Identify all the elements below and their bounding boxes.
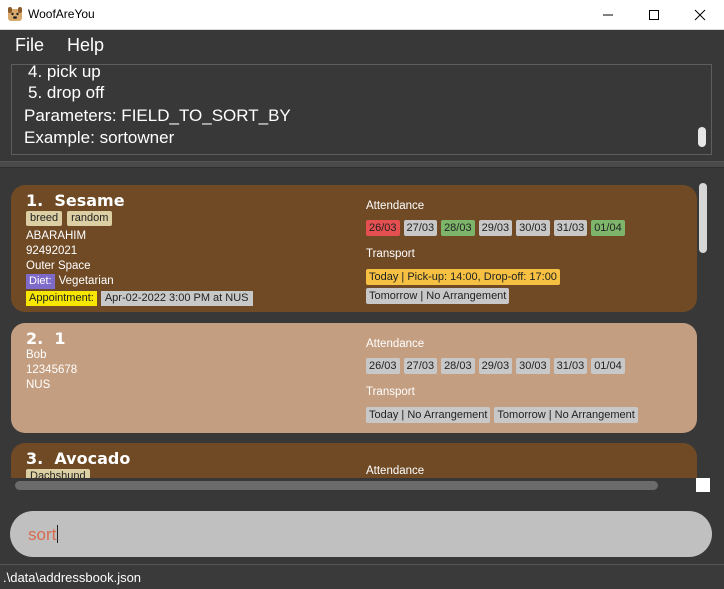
close-icon	[694, 9, 706, 21]
close-button[interactable]	[677, 0, 723, 30]
attendance-label: Attendance	[366, 200, 425, 212]
appointment-value: Apr-02-2022 3:00 PM at NUS	[100, 291, 253, 306]
list-horizontal-scrollbar[interactable]	[15, 481, 658, 490]
attendance-chip: 28/03	[441, 220, 475, 236]
transport-row: Today | No Arrangement Tomorrow | No Arra…	[366, 403, 642, 423]
transport-chip: Tomorrow | No Arrangement	[494, 407, 638, 423]
transport-chip: Today | No Arrangement	[366, 407, 491, 423]
status-bar: .\data\addressbook.json	[0, 564, 724, 589]
attendance-chip: 31/03	[553, 358, 588, 374]
diet-value: Vegetarian	[58, 275, 114, 287]
menu-bar: File Help	[0, 30, 724, 61]
transport-chip: Tomorrow | No Arrangement	[366, 288, 510, 304]
minimize-icon	[603, 14, 613, 16]
owner-name: Bob	[26, 349, 47, 361]
menu-help[interactable]: Help	[67, 35, 104, 56]
attendance-chip: 27/03	[403, 358, 438, 374]
transport-label: Transport	[366, 248, 415, 260]
transport-row: Today | Pick-up: 14:00, Drop-off: 17:00	[366, 265, 564, 285]
pet-list-panel: 1. Sesame breed random ABARAHIM 92492021 …	[0, 169, 724, 499]
pet-index: 1.	[26, 191, 44, 210]
pet-card[interactable]: 2. 1 Bob 12345678 NUS Attendance 26/03 27…	[11, 323, 697, 433]
pet-card[interactable]: 3. Avocado Dachshund Attendance	[11, 443, 697, 478]
text-caret	[57, 525, 59, 543]
attendance-chip: 29/03	[478, 220, 513, 236]
pet-index: 3.	[26, 449, 44, 468]
result-line: 4. pick up	[28, 64, 101, 81]
attendance-label: Attendance	[366, 338, 425, 350]
pet-tags: breed random	[26, 211, 117, 226]
address: Outer Space	[26, 260, 91, 272]
phone-number: 12345678	[26, 364, 78, 376]
attendance-chip: 27/03	[403, 220, 438, 236]
attendance-row: 26/03 27/03 28/03 29/03 30/03 31/03 01/04	[366, 216, 629, 236]
vertical-scroll-thumb[interactable]	[699, 183, 707, 253]
transport-row: Tomorrow | No Arrangement	[366, 284, 513, 304]
attendance-label: Attendance	[366, 465, 425, 477]
appointment-label: Appointment:	[26, 291, 97, 306]
result-line: 5. drop off	[28, 83, 105, 102]
pet-list[interactable]: 1. Sesame breed random ABARAHIM 92492021 …	[0, 169, 697, 478]
dog-app-icon	[8, 7, 22, 21]
attendance-chip: 01/04	[591, 358, 625, 374]
pet-name: Sesame	[54, 191, 125, 210]
list-vertical-scrollbar[interactable]	[697, 183, 711, 478]
result-line: Parameters: FIELD_TO_SORT_BY	[24, 106, 291, 125]
transport-chip: Today | Pick-up: 14:00, Drop-off: 17:00	[366, 269, 560, 285]
pet-name: Avocado	[54, 449, 131, 468]
window-title: WoofAreYou	[28, 7, 95, 21]
tag: Dachshund	[26, 469, 90, 478]
pet-tags: Dachshund	[26, 469, 95, 478]
pet-card-title: 2. 1	[26, 329, 66, 348]
transport-label: Transport	[366, 386, 415, 398]
attendance-chip: 31/03	[553, 220, 588, 236]
save-file-path: .\data\addressbook.json	[3, 570, 142, 585]
tag: random	[67, 211, 113, 226]
command-input-value[interactable]: sort	[28, 525, 59, 545]
attendance-chip: 28/03	[441, 358, 475, 374]
pet-index: 2.	[26, 329, 44, 348]
menu-file[interactable]: File	[15, 35, 44, 56]
attendance-chip: 29/03	[478, 358, 513, 374]
maximize-icon	[649, 10, 659, 20]
attendance-chip: 30/03	[516, 220, 550, 236]
result-scrollbar[interactable]	[698, 127, 706, 147]
appointment-row: Appointment: Apr-02-2022 3:00 PM at NUS	[26, 291, 253, 306]
pet-card-title: 1. Sesame	[26, 191, 125, 210]
attendance-chip: 30/03	[516, 358, 550, 374]
attendance-chip: 26/03	[366, 358, 400, 374]
diet-label: Diet:	[26, 274, 55, 289]
maximize-button[interactable]	[631, 0, 677, 30]
title-bar: WoofAreYou	[0, 0, 724, 30]
result-line: Example: sortowner	[24, 128, 175, 147]
diet-row: Diet: Vegetarian	[26, 274, 114, 289]
minimize-button[interactable]	[585, 0, 631, 30]
tag: breed	[26, 211, 63, 226]
attendance-chip: 01/04	[591, 220, 625, 236]
pet-name: 1	[54, 329, 66, 348]
owner-name: ABARAHIM	[26, 230, 87, 242]
pet-card[interactable]: 1. Sesame breed random ABARAHIM 92492021 …	[11, 185, 697, 312]
split-pane-divider[interactable]	[0, 161, 724, 168]
phone-number: 92492021	[26, 245, 78, 257]
command-input[interactable]: sort	[10, 511, 712, 557]
pet-card-title: 3. Avocado	[26, 449, 130, 468]
command-text: sort	[28, 525, 57, 544]
scroll-corner	[696, 478, 710, 492]
attendance-chip: 26/03	[366, 220, 400, 236]
attendance-row: 26/03 27/03 28/03 29/03 30/03 31/03 01/04	[366, 354, 629, 374]
address: NUS	[26, 379, 51, 391]
result-display[interactable]: 4. pick up 5. drop off Parameters: FIELD…	[11, 64, 712, 155]
